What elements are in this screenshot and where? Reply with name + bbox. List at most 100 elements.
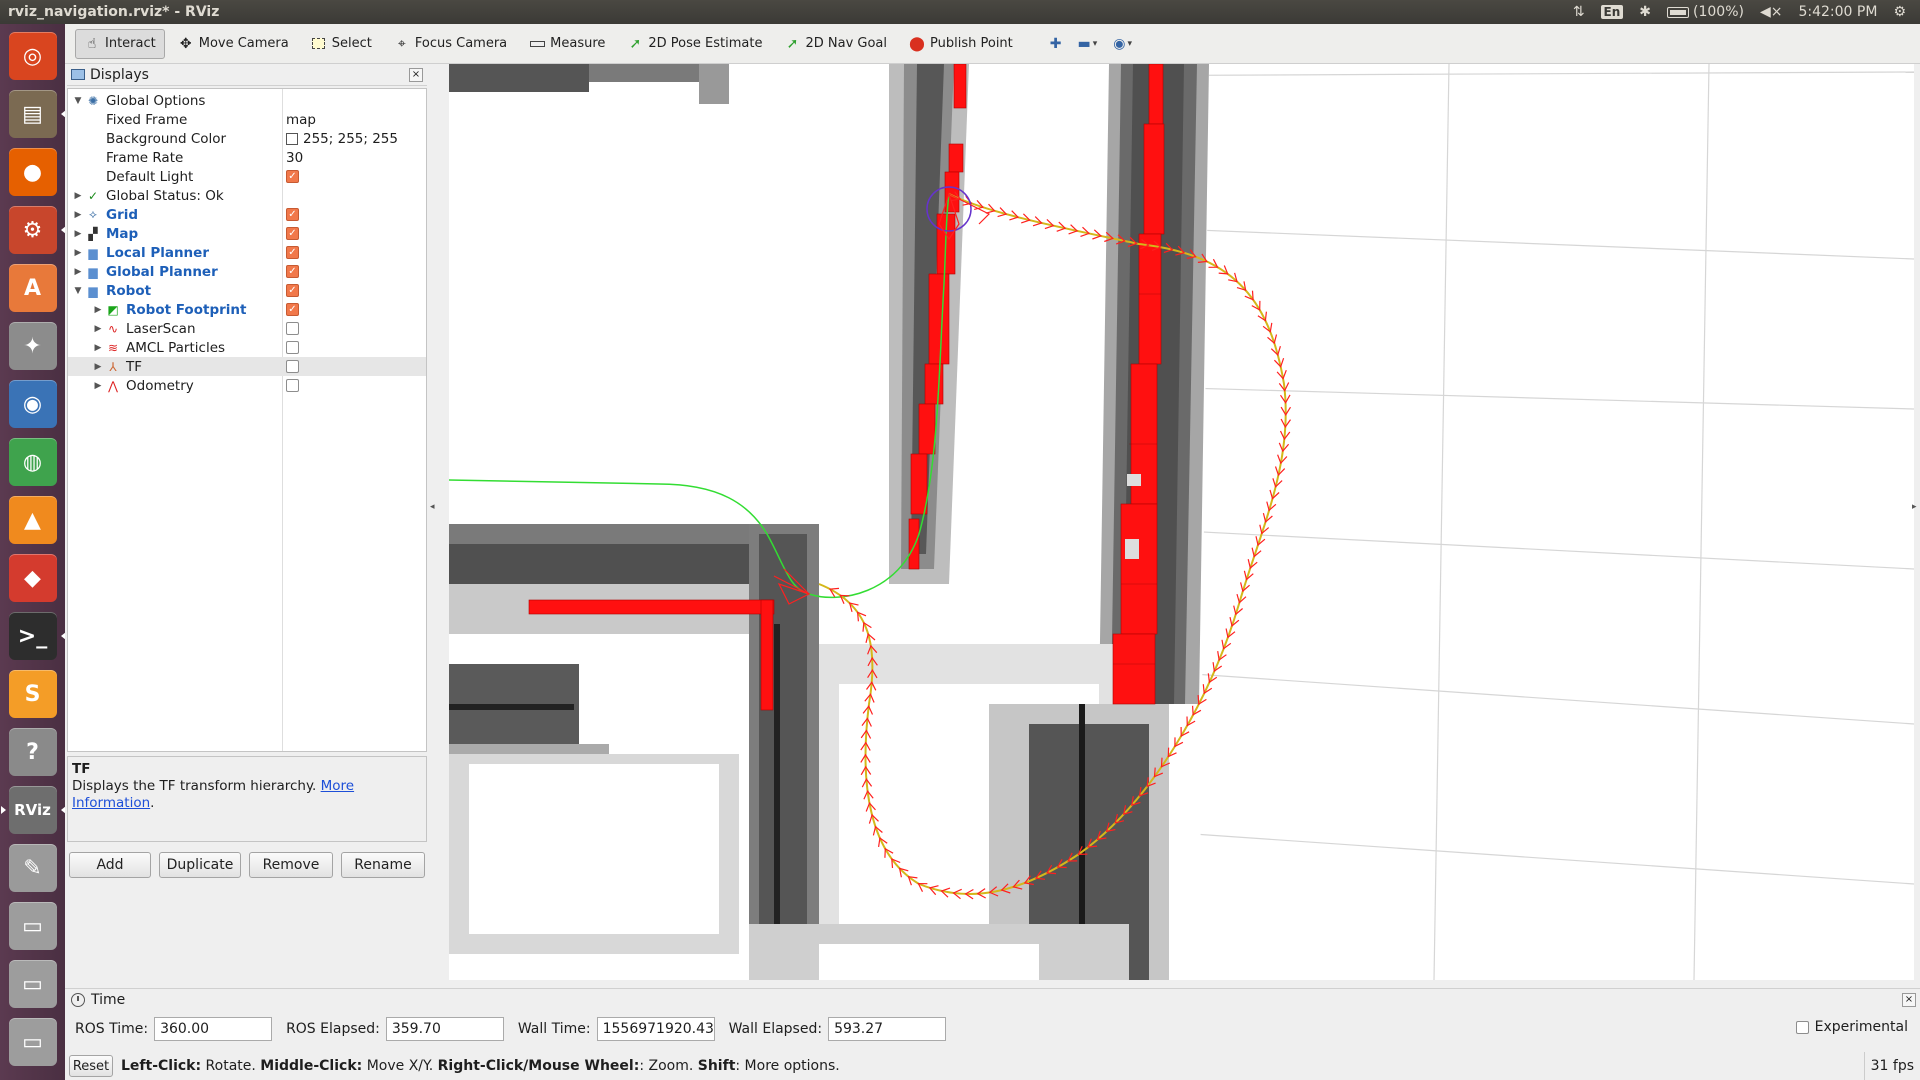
robot-checkbox[interactable]: ✓: [286, 284, 299, 297]
focus-camera-tool-button[interactable]: ⌖ Focus Camera: [385, 29, 516, 59]
ros-elapsed-field[interactable]: 359.70: [385, 1017, 504, 1041]
expand-arrow-icon[interactable]: ▶: [92, 381, 104, 391]
tree-row-grid[interactable]: ▶ ⟡ Grid ✓: [68, 205, 426, 224]
amcl-particles-checkbox[interactable]: [286, 341, 299, 354]
tree-row-background-color[interactable]: Background Color 255; 255; 255: [68, 129, 426, 148]
launcher-item[interactable]: ◆: [6, 550, 60, 606]
tree-row-robot-footprint[interactable]: ▶ ◩ Robot Footprint ✓: [68, 300, 426, 319]
launcher-item[interactable]: S: [6, 666, 60, 722]
tree-row-global-status[interactable]: ▶ ✓ Global Status: Ok: [68, 186, 426, 205]
laserscan-checkbox[interactable]: [286, 322, 299, 335]
displays-tree[interactable]: ▼ ✺ Global Options Fixed Frame map Backg…: [67, 88, 427, 752]
launcher-item[interactable]: RViz: [0, 782, 66, 838]
interact-tool-button[interactable]: ☝ Interact: [75, 28, 165, 59]
tree-row-map[interactable]: ▶ ▞ Map ✓: [68, 224, 426, 243]
rename-button[interactable]: Rename: [341, 852, 425, 878]
publish-point-tool-button[interactable]: ⬤ Publish Point: [900, 29, 1022, 59]
system-settings-icon: ✦: [8, 322, 57, 370]
nav-goal-tool-button[interactable]: ➚ 2D Nav Goal: [775, 29, 896, 59]
tree-row-global-planner[interactable]: ▶ ▆ Global Planner ✓: [68, 262, 426, 281]
default-light-checkbox[interactable]: ✓: [286, 170, 299, 183]
volume-icon[interactable]: ◀×: [1760, 4, 1783, 20]
background-color-value[interactable]: 255; 255; 255: [286, 131, 398, 147]
frame-rate-value[interactable]: 30: [286, 150, 303, 166]
tree-row-odometry[interactable]: ▶ ⋀ Odometry: [68, 376, 426, 395]
tree-row-tf[interactable]: ▶ ⅄ TF: [68, 357, 426, 376]
tree-row-robot[interactable]: ▼ ▆ Robot ✓: [68, 281, 426, 300]
launcher-item[interactable]: ▭: [6, 1014, 60, 1070]
expand-arrow-icon[interactable]: ▶: [92, 305, 104, 315]
wall-time-field[interactable]: 1556971920.43: [596, 1017, 715, 1041]
collapse-arrow-icon[interactable]: ▼: [72, 286, 84, 296]
launcher-item[interactable]: ◎: [6, 28, 60, 84]
pose-estimate-tool-button[interactable]: ➚ 2D Pose Estimate: [618, 29, 771, 59]
launcher-item[interactable]: ●: [6, 144, 60, 200]
right-panel-handle[interactable]: [1912, 64, 1920, 980]
experimental-option[interactable]: Experimental: [1795, 1019, 1908, 1035]
launcher-item[interactable]: ◍: [6, 434, 60, 490]
fixed-frame-value[interactable]: map: [286, 112, 316, 128]
experimental-checkbox[interactable]: [1795, 1020, 1809, 1034]
expand-arrow-icon[interactable]: ▶: [72, 267, 84, 277]
expand-arrow-icon[interactable]: ▶: [72, 248, 84, 258]
grid-checkbox[interactable]: ✓: [286, 208, 299, 221]
launcher-item[interactable]: ▭: [6, 956, 60, 1012]
tree-row-default-light[interactable]: Default Light ✓: [68, 167, 426, 186]
global-planner-checkbox[interactable]: ✓: [286, 265, 299, 278]
render-view[interactable]: [449, 64, 1914, 980]
launcher-item[interactable]: >_: [6, 608, 66, 664]
ros-time-field[interactable]: 360.00: [154, 1017, 273, 1041]
clock[interactable]: 5:42:00 PM: [1798, 4, 1877, 20]
panel-splitter-handle[interactable]: [429, 64, 441, 980]
launcher-item[interactable]: ▤: [6, 86, 66, 142]
close-icon[interactable]: ×: [1902, 993, 1916, 1007]
duplicate-button[interactable]: Duplicate: [159, 852, 241, 878]
launcher-item[interactable]: ?: [6, 724, 60, 780]
launcher-item[interactable]: ◉: [6, 376, 60, 432]
launcher-item[interactable]: ✦: [6, 318, 60, 374]
view-options-button[interactable]: ◉ ▾: [1107, 29, 1138, 59]
tree-row-amcl-particles[interactable]: ▶ ≋ AMCL Particles: [68, 338, 426, 357]
expand-arrow-icon[interactable]: ▶: [72, 210, 84, 220]
select-tool-button[interactable]: Select: [302, 29, 381, 59]
local-planner-checkbox[interactable]: ✓: [286, 246, 299, 259]
tree-row-local-planner[interactable]: ▶ ▆ Local Planner ✓: [68, 243, 426, 262]
more-info-link[interactable]: More: [321, 778, 354, 794]
launcher-item[interactable]: ▲: [6, 492, 60, 548]
tree-row-frame-rate[interactable]: Frame Rate 30: [68, 148, 426, 167]
launcher-item[interactable]: ▭: [6, 898, 60, 954]
global-status-label: Global Status: Ok: [106, 187, 224, 204]
add-button[interactable]: Add: [69, 852, 151, 878]
power-gear-icon[interactable]: ⚙: [1893, 4, 1906, 20]
move-camera-tool-button[interactable]: ✥ Move Camera: [169, 29, 298, 59]
tree-row-fixed-frame[interactable]: Fixed Frame map: [68, 110, 426, 129]
expand-arrow-icon[interactable]: ▶: [92, 362, 104, 372]
tree-row-global-options[interactable]: ▼ ✺ Global Options: [68, 91, 426, 110]
remove-button[interactable]: Remove: [249, 852, 333, 878]
bluetooth-icon[interactable]: ✱: [1639, 4, 1651, 20]
measure-tool-button[interactable]: Measure: [520, 29, 614, 59]
information-link[interactable]: Information: [72, 795, 150, 811]
expand-arrow-icon[interactable]: ▶: [92, 324, 104, 334]
battery-indicator[interactable]: (100%): [1667, 4, 1744, 20]
odometry-checkbox[interactable]: [286, 379, 299, 392]
collapse-arrow-icon[interactable]: ▼: [72, 96, 84, 106]
expand-arrow-icon[interactable]: ▶: [92, 343, 104, 353]
launcher-item[interactable]: ✎: [6, 840, 60, 896]
wall-elapsed-field[interactable]: 593.27: [828, 1017, 947, 1041]
tree-row-laserscan[interactable]: ▶ ∿ LaserScan: [68, 319, 426, 338]
tf-checkbox[interactable]: [286, 360, 299, 373]
keyboard-layout-indicator[interactable]: En: [1600, 5, 1624, 19]
map-checkbox[interactable]: ✓: [286, 227, 299, 240]
add-tool-button[interactable]: ✚: [1044, 29, 1068, 59]
expand-arrow-icon[interactable]: ▶: [72, 191, 84, 201]
close-icon[interactable]: ×: [409, 68, 423, 82]
robot-footprint-checkbox[interactable]: ✓: [286, 303, 299, 316]
launcher-item[interactable]: ⚙: [6, 202, 66, 258]
scene-canvas[interactable]: [449, 64, 1914, 980]
expand-arrow-icon[interactable]: ▶: [72, 229, 84, 239]
remove-tool-button[interactable]: ▬ ▾: [1072, 29, 1104, 59]
launcher-item[interactable]: A: [6, 260, 60, 316]
reset-button[interactable]: Reset: [69, 1055, 113, 1077]
network-transfer-icon[interactable]: ⇅: [1573, 4, 1585, 20]
